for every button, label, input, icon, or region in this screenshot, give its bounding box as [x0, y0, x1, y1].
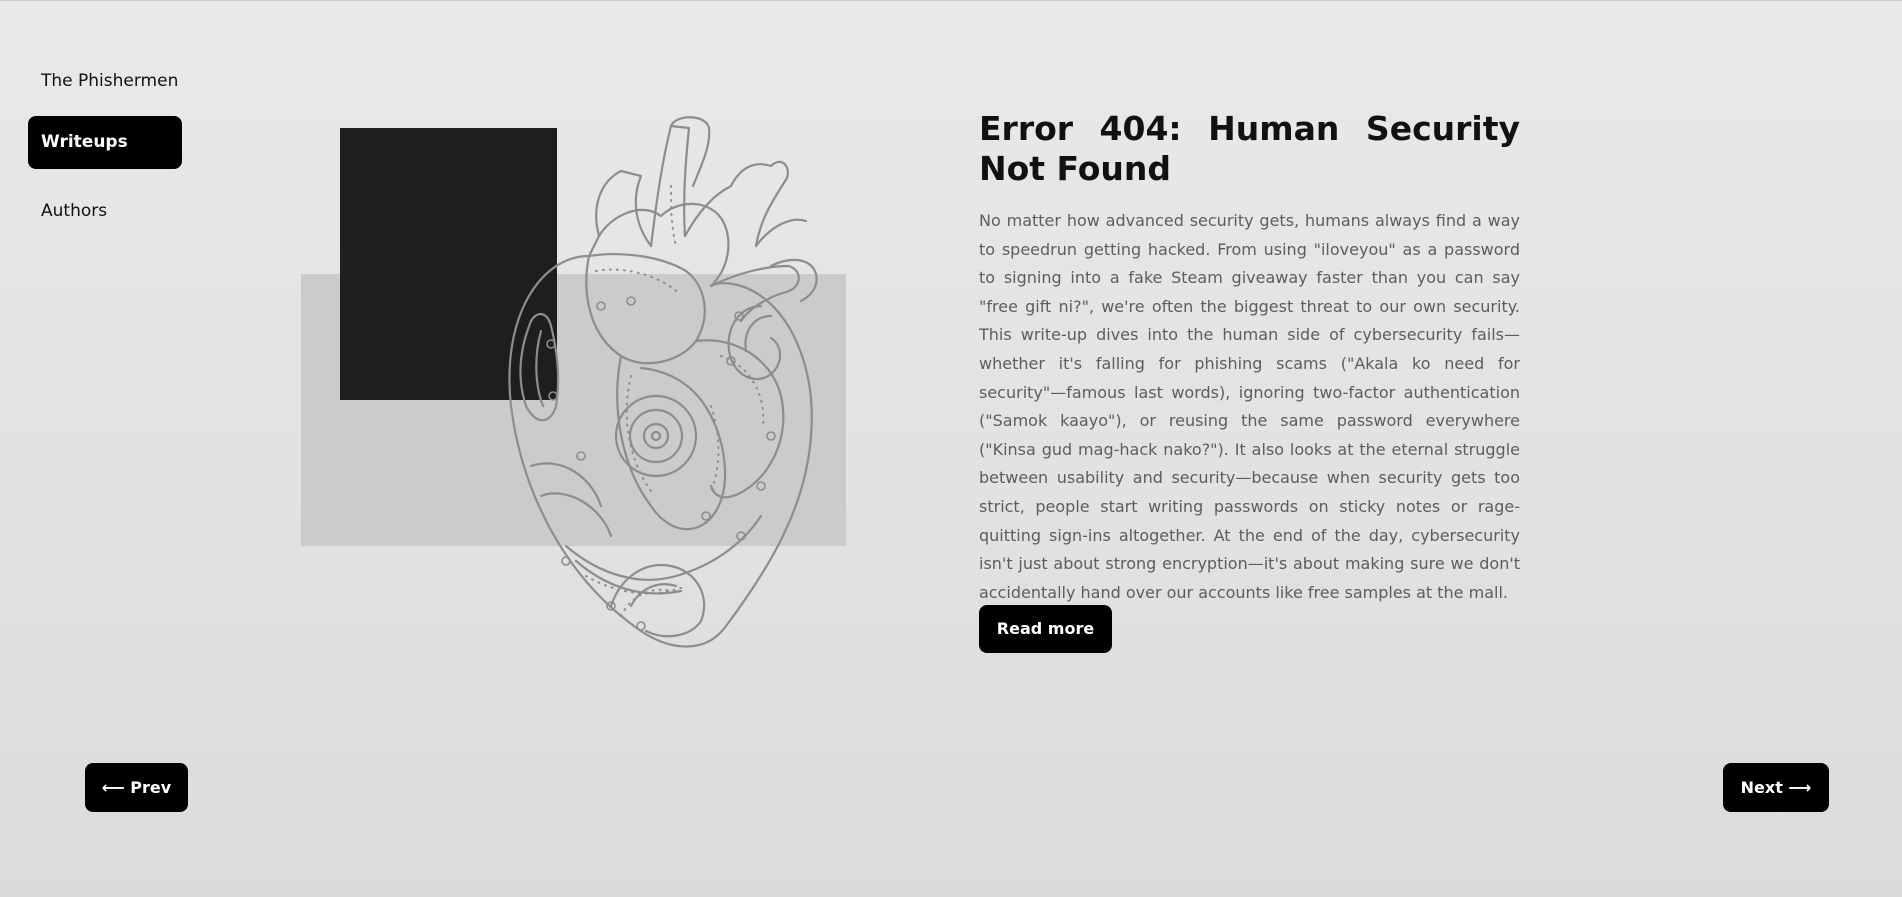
nav-item-writeups[interactable]: Writeups	[28, 116, 182, 169]
nav-item-the-phishermen[interactable]: The Phishermen	[28, 63, 182, 116]
next-button[interactable]: Next ⟶	[1723, 763, 1829, 812]
article-illustration	[301, 106, 846, 658]
writeup-article: Error 404: Human Security Not Found No m…	[979, 109, 1520, 607]
article-body: No matter how advanced security gets, hu…	[979, 211, 1520, 602]
read-more-button[interactable]: Read more	[979, 605, 1112, 653]
prev-button[interactable]: ⟵ Prev	[85, 763, 188, 812]
mechanical-heart-icon	[508, 116, 818, 648]
sidebar-nav: The Phishermen Writeups Authors	[28, 63, 182, 238]
article-title: Error 404: Human Security Not Found	[979, 109, 1520, 188]
nav-item-authors[interactable]: Authors	[28, 185, 182, 238]
